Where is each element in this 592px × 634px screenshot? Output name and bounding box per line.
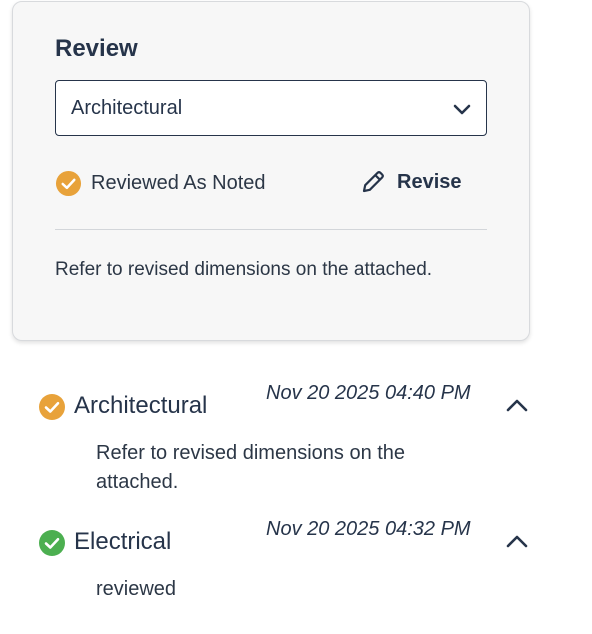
review-title: Review [55, 35, 138, 62]
chevron-down-icon [453, 104, 471, 115]
chevron-up-icon[interactable] [505, 394, 529, 418]
discipline-select-value: Architectural [71, 97, 183, 119]
review-card: Review Architectural Reviewed As Noted R… [12, 1, 530, 341]
history-discipline: Architectural [74, 392, 208, 419]
review-status-label: Reviewed As Noted [91, 172, 266, 194]
check-circle-icon [39, 530, 65, 556]
divider [55, 229, 487, 230]
history-discipline: Electrical [74, 528, 172, 555]
history-date: Nov 20 2025 04:40 PM [266, 382, 471, 404]
discipline-select[interactable]: Architectural [55, 80, 487, 136]
chevron-up-icon[interactable] [505, 530, 529, 554]
history-note: reviewed [96, 578, 177, 600]
history-date: Nov 20 2025 04:32 PM [266, 518, 471, 540]
revise-label: Revise [397, 170, 462, 193]
check-circle-icon [39, 394, 65, 420]
history-item: Architectural Nov 20 2025 04:40 PM Refer… [38, 378, 548, 498]
history-note: Refer to revised dimensions on the attac… [96, 442, 406, 493]
review-status: Reviewed As Noted [55, 170, 266, 197]
revise-button[interactable]: Revise [359, 168, 462, 196]
check-circle-icon [55, 170, 82, 197]
history-item: Electrical Nov 20 2025 04:32 PM reviewed [38, 514, 548, 614]
pencil-icon [362, 171, 384, 193]
review-note: Refer to revised dimensions on the attac… [55, 259, 433, 280]
